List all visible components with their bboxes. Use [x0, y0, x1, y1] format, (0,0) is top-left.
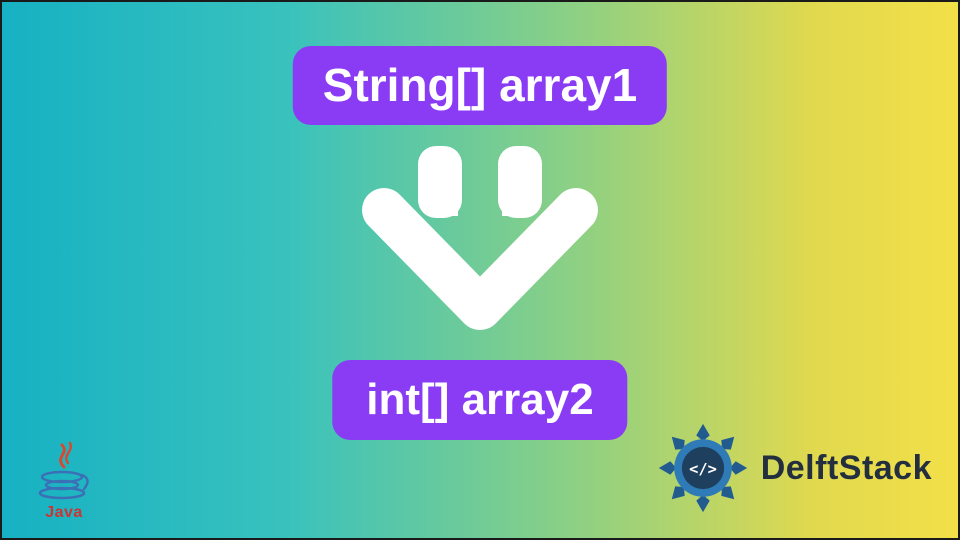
- svg-text:</>: </>: [689, 460, 717, 478]
- source-type-badge: String[] array1: [293, 46, 667, 125]
- delftstack-logo-label: DelftStack: [761, 449, 932, 488]
- diagram-canvas: String[] array1 int[] array2 Java: [0, 0, 960, 540]
- delftstack-logo-icon: </>: [655, 420, 751, 516]
- java-logo-icon: Java: [26, 441, 102, 522]
- target-type-badge: int[] array2: [332, 360, 627, 440]
- java-logo-label: Java: [26, 504, 102, 522]
- down-arrow-icon: [360, 146, 600, 361]
- delftstack-logo: </> DelftStack: [655, 420, 932, 516]
